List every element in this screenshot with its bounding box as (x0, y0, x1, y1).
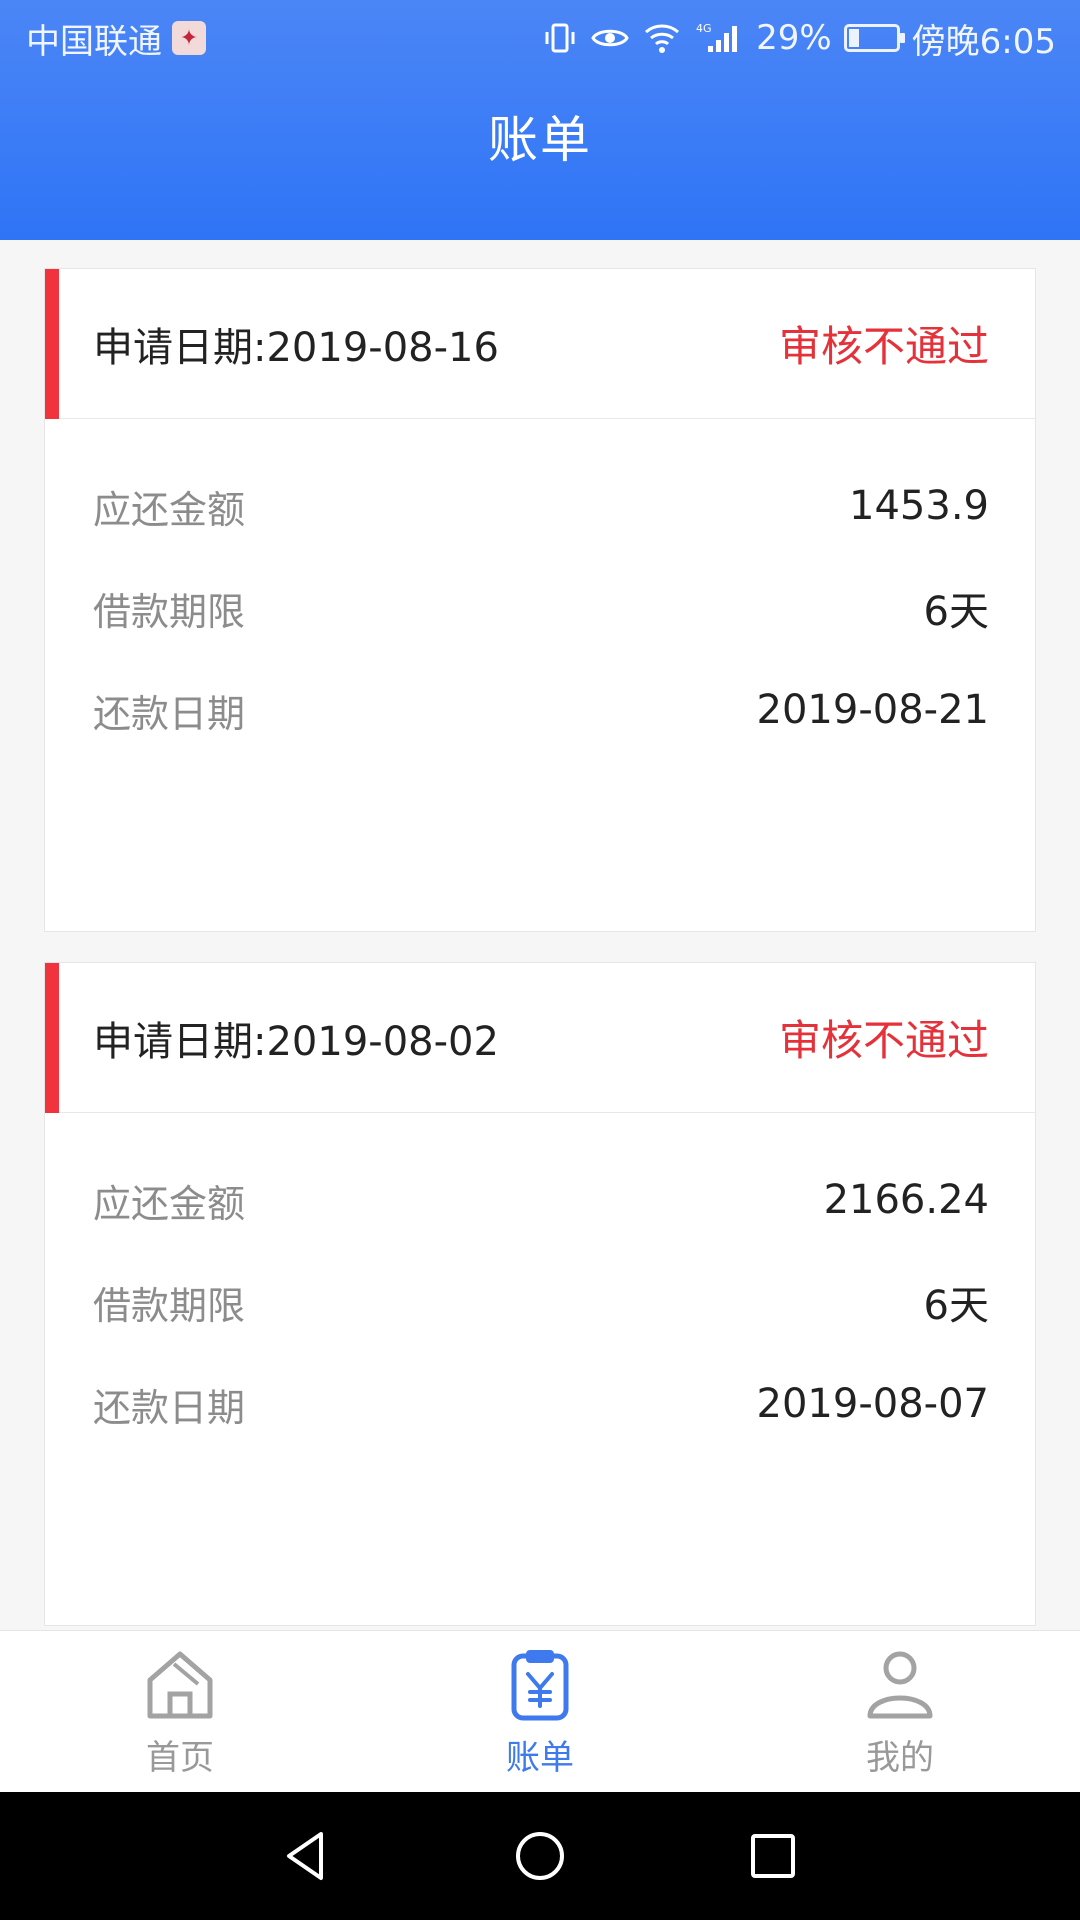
row-value: 1453.9 (849, 483, 989, 529)
tab-profile[interactable]: 我的 (720, 1644, 1080, 1779)
row-label: 应还金额 (93, 487, 246, 532)
bill-details: 应还金额 2166.24 借款期限 6天 还款日期 2019-08-07 (45, 1113, 1035, 1455)
carrier-badge-icon: ✦ (172, 21, 206, 55)
review-status: 审核不通过 (778, 1016, 989, 1065)
carrier-name: 中国联通 (26, 21, 162, 62)
header: 中国联通 ✦ 4G 29% 傍晚6:05 账单 (0, 0, 1080, 240)
clock: 傍晚6:05 (911, 21, 1056, 62)
row-value: 2166.24 (823, 1177, 989, 1223)
status-bar-right: 4G 29% 傍晚6:05 (542, 14, 1056, 63)
bill-card[interactable]: 申请日期:2019-08-16 审核不通过 应还金额 1453.9 借款期限 6… (44, 268, 1036, 932)
apply-date: 申请日期:2019-08-02 (93, 1018, 499, 1065)
loan-term-row: 借款期限 6天 (45, 1251, 1035, 1353)
bill-card-header: 申请日期:2019-08-02 审核不通过 (45, 963, 1035, 1113)
recent-apps-icon[interactable] (741, 1824, 805, 1888)
system-navigation-bar (0, 1792, 1080, 1920)
vibrate-icon (542, 18, 578, 58)
amount-due-row: 应还金额 2166.24 (45, 1149, 1035, 1251)
row-label: 借款期限 (93, 589, 246, 634)
repay-date-row: 还款日期 2019-08-21 (45, 659, 1035, 761)
row-label: 还款日期 (93, 1385, 246, 1430)
status-bar: 中国联通 ✦ 4G 29% 傍晚6:05 (0, 0, 1080, 76)
tab-label: 账单 (506, 1738, 574, 1778)
row-value: 6天 (923, 589, 989, 635)
battery-icon (843, 24, 905, 52)
home-icon (147, 1651, 213, 1719)
row-label: 应还金额 (93, 1181, 246, 1226)
repay-date-row: 还款日期 2019-08-07 (45, 1353, 1035, 1455)
loan-term-row: 借款期限 6天 (45, 557, 1035, 659)
amount-due-row: 应还金额 1453.9 (45, 455, 1035, 557)
tab-home[interactable]: 首页 (0, 1644, 360, 1779)
card-accent-bar (45, 963, 59, 1113)
bill-card-header: 申请日期:2019-08-16 审核不通过 (45, 269, 1035, 419)
row-label: 还款日期 (93, 691, 246, 736)
review-status: 审核不通过 (778, 322, 989, 371)
status-bar-left: 中国联通 ✦ (26, 14, 206, 63)
bill-details: 应还金额 1453.9 借款期限 6天 还款日期 2019-08-21 (45, 419, 1035, 761)
card-accent-bar (45, 269, 59, 419)
row-value: 2019-08-21 (756, 687, 989, 733)
back-icon[interactable] (275, 1824, 339, 1888)
bill-card[interactable]: 申请日期:2019-08-02 审核不通过 应还金额 2166.24 借款期限 … (44, 962, 1036, 1626)
row-value: 2019-08-07 (756, 1381, 989, 1427)
tab-label: 首页 (146, 1738, 214, 1778)
eye-icon (590, 18, 630, 58)
bill-icon (511, 1650, 569, 1721)
tab-label: 我的 (866, 1738, 934, 1778)
apply-date: 申请日期:2019-08-16 (93, 324, 499, 371)
wifi-icon (642, 18, 682, 58)
tab-bill[interactable]: 账单 (360, 1644, 720, 1779)
bill-list: 申请日期:2019-08-16 审核不通过 应还金额 1453.9 借款期限 6… (44, 268, 1036, 1656)
profile-icon (867, 1651, 933, 1719)
bottom-tab-bar: 首页 账单 我的 (0, 1630, 1080, 1792)
row-value: 6天 (923, 1283, 989, 1329)
signal-icon: 4G (694, 18, 744, 58)
bills-screen: 中国联通 ✦ 4G 29% 傍晚6:05 账单 申请日期:2019-08-16 … (0, 0, 1080, 1920)
home-circle-icon[interactable] (508, 1824, 572, 1888)
page-title: 账单 (488, 111, 592, 169)
row-label: 借款期限 (93, 1283, 246, 1328)
network-type: 4G (696, 22, 712, 35)
battery-percent: 29% (756, 18, 832, 58)
battery-level (848, 29, 860, 47)
